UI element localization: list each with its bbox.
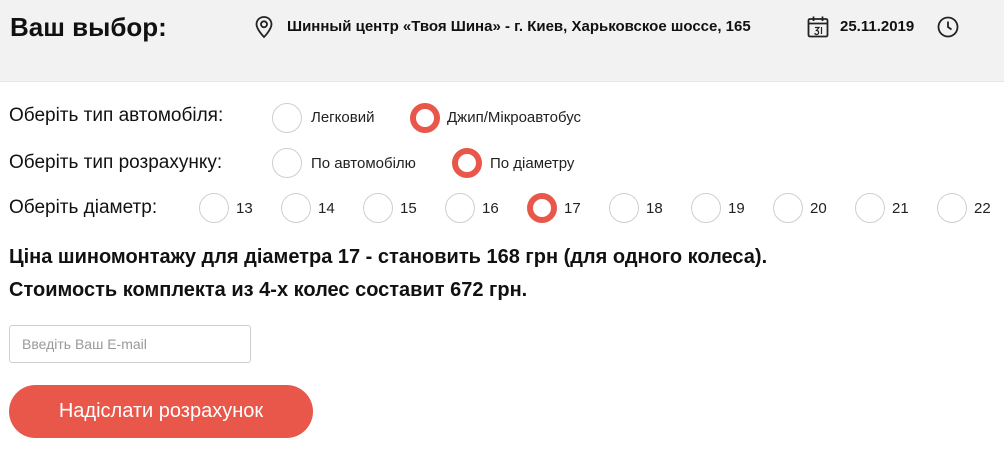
radio-car-passenger[interactable]: [272, 103, 302, 133]
radio-diameter-17[interactable]: [527, 193, 557, 223]
radio-calc-by-diameter[interactable]: [452, 148, 482, 178]
clock-icon: [937, 16, 959, 38]
radio-diameter-21[interactable]: [855, 193, 885, 223]
diameter-option-label: 18: [646, 200, 663, 217]
car-option-label: Джип/Мікроавтобус: [447, 109, 582, 126]
radio-calc-by-car[interactable]: [272, 148, 302, 178]
choice-header: Ваш выбор: Шинный центр «Твоя Шина» - г.…: [0, 0, 1004, 82]
radio-diameter-20[interactable]: [773, 193, 803, 223]
car-type-label: Оберіть тип автомобіля:: [9, 105, 224, 126]
date-text: 25.11.2019: [840, 18, 915, 35]
diameter-option-label: 13: [236, 200, 253, 217]
radio-diameter-16[interactable]: [445, 193, 475, 223]
map-pin-icon: [255, 16, 273, 39]
diameter-option-label: 16: [482, 200, 499, 217]
price-set-text: Стоимость комплекта из 4-х колес состави…: [9, 279, 528, 301]
send-calculation-button[interactable]: Надіслати розрахунок: [9, 385, 313, 438]
diameter-option-label: 17: [564, 200, 581, 217]
diameter-option-label: 19: [728, 200, 745, 217]
diameter-label: Оберіть діаметр:: [9, 197, 158, 218]
radio-diameter-15[interactable]: [363, 193, 393, 223]
radio-diameter-18[interactable]: [609, 193, 639, 223]
calendar-icon: [807, 16, 829, 38]
diameter-option-label: 20: [810, 200, 827, 217]
calc-type-label: Оберіть тип розрахунку:: [9, 152, 223, 173]
header-title: Ваш выбор:: [10, 12, 167, 42]
calc-option-label: По діаметру: [490, 155, 575, 172]
radio-diameter-14[interactable]: [281, 193, 311, 223]
radio-diameter-13[interactable]: [199, 193, 229, 223]
email-field[interactable]: [9, 325, 251, 363]
price-per-wheel-text: Ціна шиномонтажу для діаметра 17 - стано…: [9, 246, 768, 268]
diameter-option-label: 15: [400, 200, 417, 217]
car-option-label: Легковий: [311, 109, 375, 126]
radio-diameter-22[interactable]: [937, 193, 967, 223]
diameter-option-label: 14: [318, 200, 335, 217]
location-text: Шинный центр «Твоя Шина» - г. Киев, Харь…: [287, 18, 751, 35]
diameter-option-label: 22: [974, 200, 991, 217]
radio-car-jeep-minibus[interactable]: [410, 103, 440, 133]
calc-option-label: По автомобілю: [311, 155, 416, 172]
radio-diameter-19[interactable]: [691, 193, 721, 223]
diameter-option-label: 21: [892, 200, 909, 217]
